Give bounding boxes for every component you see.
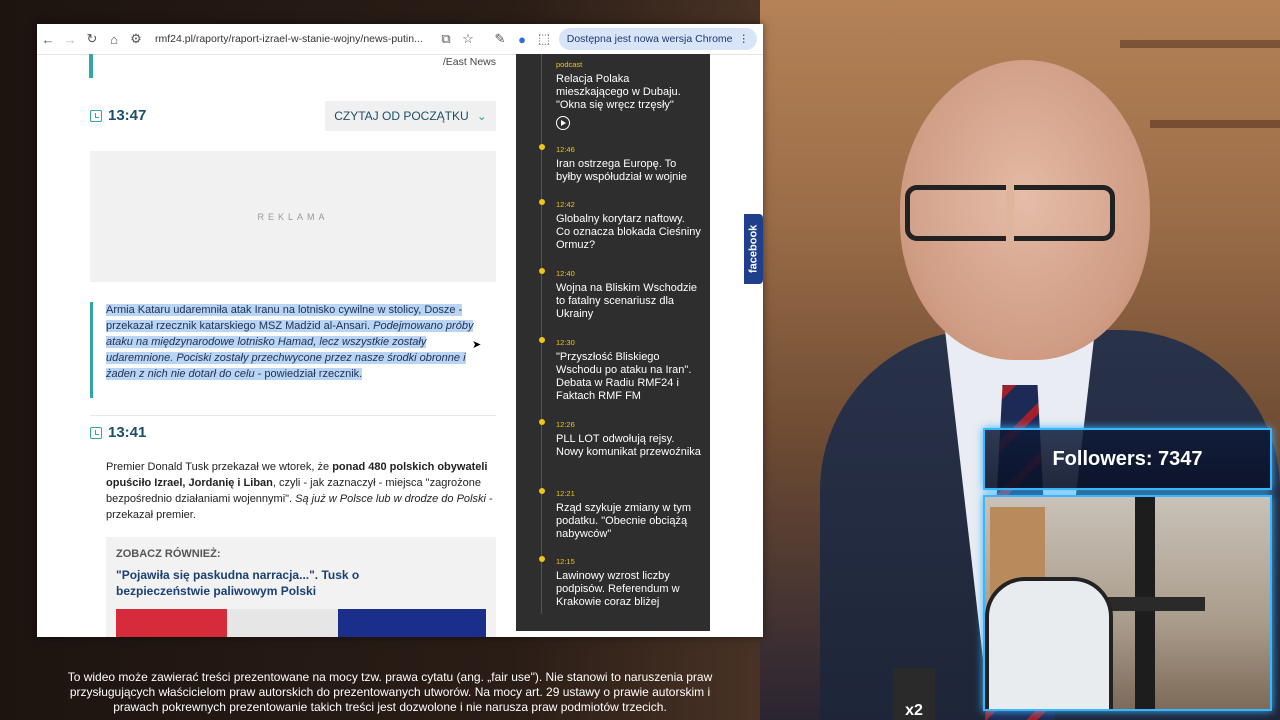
- timeline-item[interactable]: podcast Relacja Polaka mieszkającego w D…: [556, 58, 701, 130]
- entry-text: Premier Donald Tusk przekazał we wtorek,…: [106, 459, 498, 523]
- clock-icon: [90, 426, 102, 439]
- mouse-cursor-icon: ➤: [472, 339, 482, 351]
- browser-toolbar: ← → ↻ ⌂ ⚙ rmf24.pl/raporty/raport-izrael…: [37, 24, 763, 55]
- entry-time: 13:47: [90, 107, 146, 124]
- forward-arrow-icon[interactable]: →: [59, 28, 81, 50]
- timeline-item[interactable]: 12:40 Wojna na Bliskim Wschodzie to fata…: [539, 267, 701, 321]
- install-app-icon[interactable]: ⧉: [435, 28, 457, 50]
- entry-text-end: - powiedział rzecznik.: [254, 368, 363, 380]
- timeline-time: 12:30: [556, 338, 575, 347]
- chrome-update-button[interactable]: Dostępna jest nowa wersja Chrome ⋮: [558, 28, 757, 50]
- timeline-dot: [539, 144, 545, 150]
- timeline-dot: [539, 199, 545, 205]
- timeline-dot: [539, 488, 545, 494]
- news-timeline: podcast Relacja Polaka mieszkającego w D…: [516, 54, 710, 631]
- site-settings-icon[interactable]: ⚙: [125, 28, 147, 50]
- timeline-time: 12:46: [556, 145, 575, 154]
- entry-text-a: Premier Donald Tusk przekazał we wtorek,…: [106, 461, 333, 473]
- shelf: [1120, 40, 1280, 48]
- timeline-title: PLL LOT odwołują rejsy. Nowy komunikat p…: [556, 433, 701, 458]
- timeline-time: 12:15: [556, 557, 575, 566]
- divider: [90, 415, 496, 416]
- timeline-item[interactable]: 12:42 Globalny korytarz naftowy. Co ozna…: [539, 198, 701, 252]
- timeline-item[interactable]: 12:15 Lawinowy wzrost liczby podpisów. R…: [539, 555, 701, 609]
- clock-icon: [90, 109, 102, 122]
- entry-time: 13:41: [90, 424, 146, 441]
- extensions-puzzle-icon[interactable]: ⬚: [533, 28, 555, 50]
- extension-icon[interactable]: ✎: [489, 28, 511, 50]
- read-from-start-label: CZYTAJ OD POCZĄTKU: [334, 109, 469, 123]
- entry-time-label: 13:41: [108, 424, 147, 441]
- chevron-down-icon: ⌄: [476, 109, 487, 123]
- ad-placeholder: REKLAMA: [90, 151, 496, 282]
- entry-time-label: 13:47: [108, 107, 147, 124]
- timeline-item[interactable]: 12:46 Iran ostrzega Europę. To byłby wsp…: [539, 143, 701, 184]
- page-content: /East News 13:47 CZYTAJ OD POCZĄTKU ⌄ RE…: [37, 54, 763, 637]
- timeline-title: Lawinowy wzrost liczby podpisów. Referen…: [556, 570, 680, 608]
- update-label: Dostępna jest nowa wersja Chrome: [566, 33, 733, 45]
- timeline-title: "Przyszłość Bliskiego Wschodu po ataku n…: [556, 351, 692, 402]
- read-from-start-button[interactable]: CZYTAJ OD POCZĄTKU ⌄: [325, 101, 496, 131]
- timeline-dot: [539, 556, 545, 562]
- home-icon[interactable]: ⌂: [103, 28, 125, 50]
- timeline-time: podcast: [556, 60, 583, 69]
- bookmark-star-icon[interactable]: ☆: [457, 28, 479, 50]
- extension-blue-icon[interactable]: ●: [511, 28, 533, 50]
- timeline-time: 12:21: [556, 489, 575, 498]
- see-also-link[interactable]: "Pojawiła się paskudna narracja...". Tus…: [116, 567, 446, 599]
- timeline-title: Iran ostrzega Europę. To byłby współudzi…: [556, 158, 687, 183]
- browser-window: ← → ↻ ⌂ ⚙ rmf24.pl/raporty/raport-izrael…: [37, 24, 763, 637]
- webcam-overlay: [983, 495, 1272, 711]
- photo-credit: /East News: [442, 56, 496, 68]
- presenter-glasses: [905, 185, 1115, 241]
- back-arrow-icon[interactable]: ←: [37, 28, 59, 50]
- see-also-box: ZOBACZ RÓWNIEŻ: "Pojawiła się paskudna n…: [106, 537, 496, 637]
- kebab-menu-icon: ⋮: [738, 33, 750, 45]
- timeline-title: Globalny korytarz naftowy. Co oznacza bl…: [556, 213, 701, 251]
- entry-text: Armia Kataru udaremniła atak Iranu na lo…: [90, 302, 496, 398]
- multiplier-badge: x2: [893, 668, 935, 720]
- timeline-dot: [539, 337, 545, 343]
- timeline-title: Relacja Polaka mieszkającego w Dubaju. "…: [556, 73, 681, 111]
- facebook-tab[interactable]: facebook: [744, 214, 763, 284]
- timeline-time: 12:42: [556, 200, 575, 209]
- address-bar[interactable]: rmf24.pl/raporty/raport-izrael-w-stanie-…: [155, 33, 435, 45]
- entry-text-italic: Są już w Polsce lub w drodze do Polski: [295, 493, 486, 505]
- timeline-title: Wojna na Bliskim Wschodzie to fatalny sc…: [556, 282, 698, 320]
- quote-accent-bar: [89, 54, 93, 78]
- webcam-gaming-chair: [985, 577, 1113, 709]
- timeline-item[interactable]: 12:21 Rząd szykuje zmiany w tym podatku.…: [539, 487, 701, 541]
- timeline-title: Rząd szykuje zmiany w tym podatku. "Obec…: [556, 502, 692, 540]
- timeline-dot: [539, 268, 545, 274]
- see-also-title: ZOBACZ RÓWNIEŻ:: [116, 548, 221, 560]
- shelf: [1150, 120, 1280, 128]
- ad-label: REKLAMA: [257, 211, 329, 222]
- timeline-dot: [539, 419, 545, 425]
- timeline-time: 12:26: [556, 420, 575, 429]
- timeline-item[interactable]: 12:30 "Przyszłość Bliskiego Wschodu po a…: [539, 336, 701, 403]
- reload-icon[interactable]: ↻: [81, 28, 103, 50]
- timeline-line: [541, 54, 542, 614]
- see-also-image[interactable]: [116, 609, 486, 637]
- timeline-item[interactable]: 12:26 PLL LOT odwołują rejsy. Nowy komun…: [539, 418, 701, 459]
- play-icon[interactable]: [556, 116, 570, 130]
- followers-counter: Followers: 7347: [983, 428, 1272, 490]
- fair-use-disclaimer: To wideo może zawierać treści prezentowa…: [67, 670, 713, 714]
- timeline-time: 12:40: [556, 269, 575, 278]
